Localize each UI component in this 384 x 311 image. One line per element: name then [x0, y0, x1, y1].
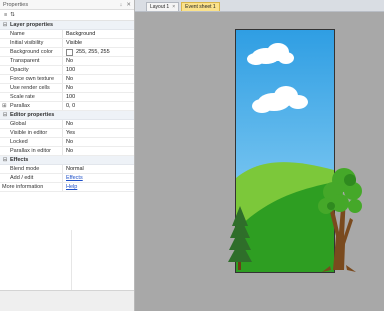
collapse-icon[interactable]: ⊟	[0, 112, 10, 118]
help-link[interactable]: Help	[66, 184, 77, 190]
property-row-force-own-texture[interactable]: Force own texture No	[0, 75, 134, 84]
close-tab-icon[interactable]: ×	[172, 4, 175, 10]
collapse-icon[interactable]: ⊟	[0, 22, 10, 28]
property-row-use-render-cells[interactable]: Use render cells No	[0, 84, 134, 93]
property-row-scale-rate[interactable]: Scale rate 100	[0, 93, 134, 102]
property-row-transparent[interactable]: Transparent No	[0, 57, 134, 66]
property-row-parallax[interactable]: ⊞ Parallax 0, 0	[0, 102, 134, 111]
properties-toolbar: ≡ ⇅	[0, 10, 134, 21]
column-divider	[71, 230, 72, 290]
property-row-initial-visibility[interactable]: Initial visibility Visible	[0, 39, 134, 48]
property-row-more-information[interactable]: More information Help	[0, 183, 134, 192]
pin-icon[interactable]: ↓	[120, 2, 123, 8]
tab-layout-1[interactable]: Layout 1 ×	[146, 2, 180, 11]
property-row-blend-mode[interactable]: Blend mode Normal	[0, 165, 134, 174]
property-row-parallax-in-editor[interactable]: Parallax in editor No	[0, 147, 134, 156]
collapse-icon[interactable]: ⊟	[0, 157, 10, 163]
property-row-visible-in-editor[interactable]: Visible in editor Yes	[0, 129, 134, 138]
properties-panel-header: Properties ↓ ✕	[0, 0, 134, 10]
category-editor-properties[interactable]: ⊟ Editor properties	[0, 111, 134, 120]
property-row-locked[interactable]: Locked No	[0, 138, 134, 147]
document-tab-bar: Layout 1 × Event sheet 1	[135, 0, 384, 12]
property-grid: ⊟ Layer properties Name Background Initi…	[0, 21, 134, 192]
property-row-global[interactable]: Global No	[0, 120, 134, 129]
expand-icon[interactable]: ⊞	[2, 103, 10, 109]
category-effects[interactable]: ⊟ Effects	[0, 156, 134, 165]
property-row-background-color[interactable]: Background color 255, 255, 255	[0, 48, 134, 57]
effects-link[interactable]: Effects	[66, 175, 83, 181]
categorized-icon[interactable]: ≡	[4, 12, 7, 18]
category-layer-properties[interactable]: ⊟ Layer properties	[0, 21, 134, 30]
tab-event-sheet-1[interactable]: Event sheet 1	[181, 2, 220, 11]
color-swatch[interactable]	[66, 48, 73, 56]
panel-title: Properties	[3, 1, 29, 8]
property-row-add-edit[interactable]: Add / edit Effects	[0, 174, 134, 183]
close-icon[interactable]: ✕	[126, 2, 131, 8]
layout-viewport[interactable]	[235, 29, 335, 273]
scene-background	[236, 30, 334, 272]
sort-az-icon[interactable]: ⇅	[10, 12, 15, 18]
property-row-name[interactable]: Name Background	[0, 30, 134, 39]
property-description-pane	[0, 290, 134, 311]
properties-panel: Properties ↓ ✕ ≡ ⇅ ⊟ Layer properties Na…	[0, 0, 135, 311]
property-row-opacity[interactable]: Opacity 100	[0, 66, 134, 75]
